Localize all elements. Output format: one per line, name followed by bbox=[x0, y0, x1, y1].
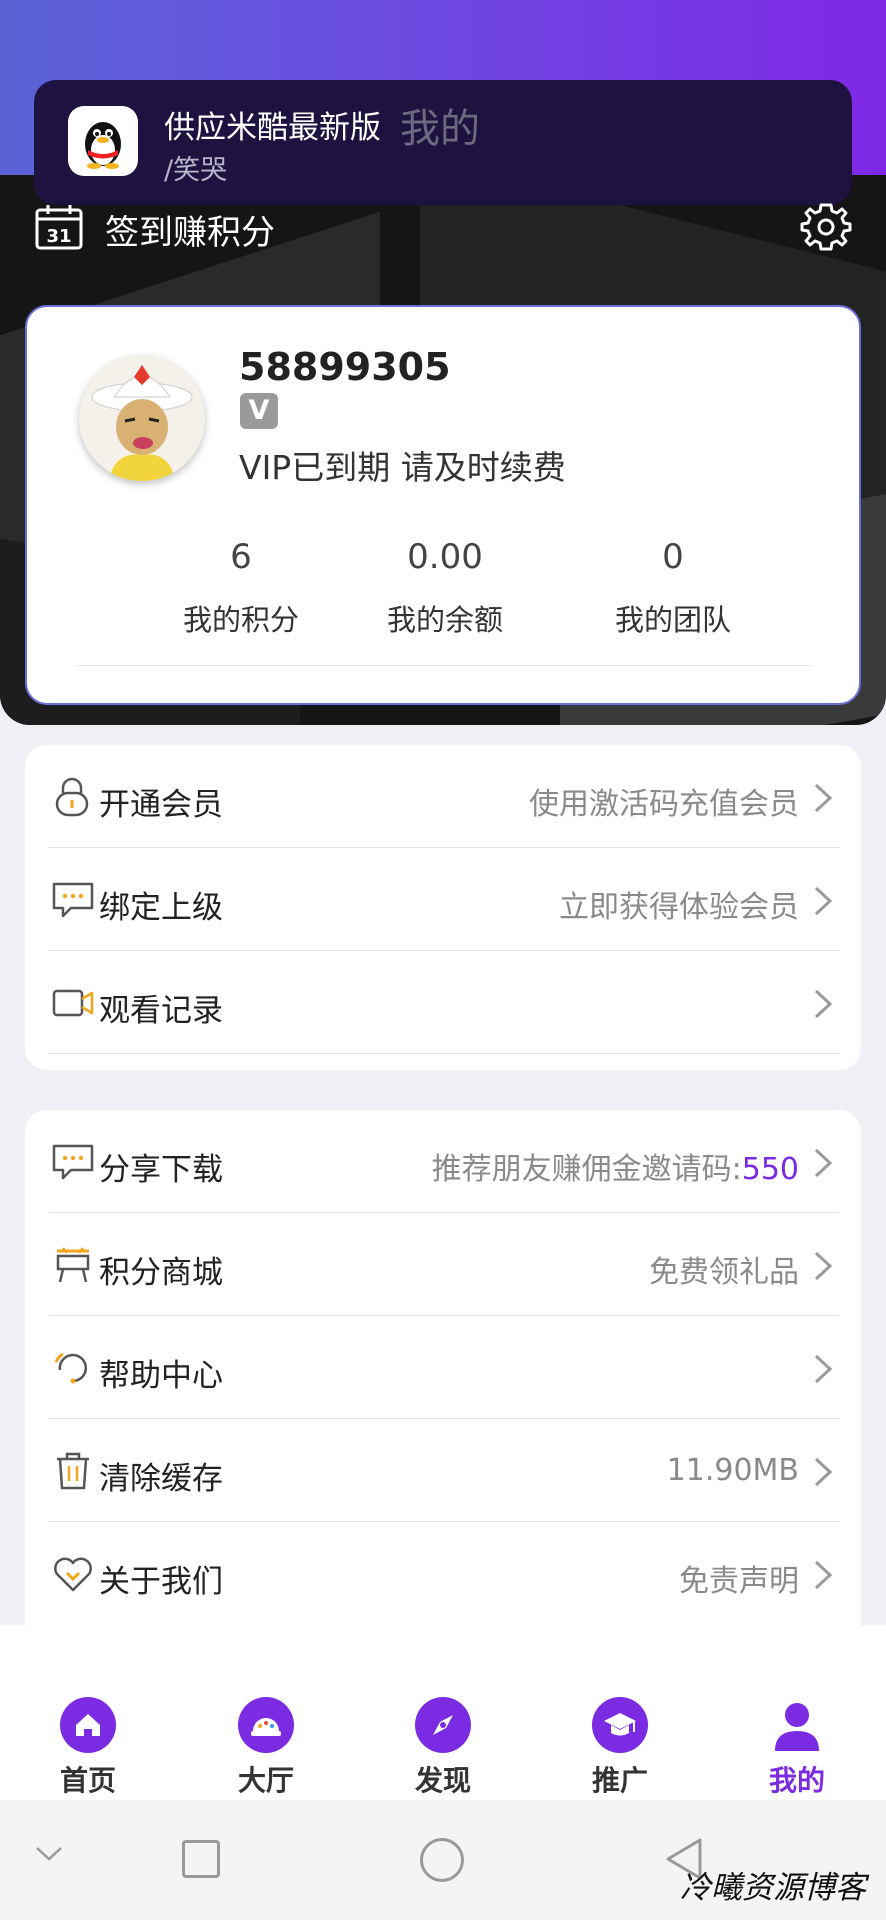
tab-label: 大厅 bbox=[237, 1764, 294, 1797]
stat-value: 0.00 bbox=[407, 537, 483, 577]
invite-code: 550 bbox=[741, 1152, 799, 1187]
stat-balance[interactable]: 0.00 我的余额 bbox=[331, 537, 559, 639]
chevron-right-icon bbox=[811, 1455, 835, 1489]
divider bbox=[49, 1053, 839, 1054]
menu-item-label: 帮助中心 bbox=[99, 1358, 223, 1394]
home-button[interactable] bbox=[420, 1838, 464, 1882]
compass-icon bbox=[415, 1697, 471, 1753]
tab-promote[interactable]: 推广 bbox=[560, 1697, 680, 1799]
vip-status-text: VIP已到期 请及时续费 bbox=[239, 448, 566, 487]
checkin-bar: 31 签到赚积分 bbox=[0, 175, 886, 280]
menu-item-detail: 免责声明 bbox=[679, 1564, 799, 1599]
video-icon bbox=[51, 983, 95, 1023]
trash-icon bbox=[51, 1451, 95, 1491]
menu-item-label: 开通会员 bbox=[99, 787, 223, 823]
menu-item-bind-referrer[interactable]: 绑定上级 立即获得体验会员 bbox=[49, 848, 839, 951]
tab-label: 推广 bbox=[591, 1764, 648, 1797]
calendar-icon[interactable]: 31 bbox=[34, 203, 84, 251]
tab-label: 我的 bbox=[768, 1764, 825, 1797]
chevron-right-icon bbox=[811, 1249, 835, 1283]
system-navigation-bar: 冷曦资源博客 bbox=[0, 1800, 886, 1920]
page-title: 我的 bbox=[400, 106, 480, 152]
referral-text: 推荐朋友赚佣金邀请码: bbox=[431, 1152, 742, 1187]
menu-item-detail: 免费领礼品 bbox=[649, 1255, 799, 1290]
tab-label: 发现 bbox=[414, 1764, 471, 1797]
chevron-right-icon bbox=[811, 987, 835, 1021]
user-icon bbox=[769, 1697, 825, 1753]
shop-icon bbox=[51, 1245, 95, 1285]
menu-card-services: 分享下载 推荐朋友赚佣金邀请码:550 积分商城 免费领礼品 帮助中心 清除缓存… bbox=[25, 1110, 861, 1630]
menu-item-label: 清除缓存 bbox=[99, 1461, 223, 1497]
settings-gear-icon[interactable] bbox=[800, 201, 852, 253]
menu-card-membership: 开通会员 使用激活码充值会员 绑定上级 立即获得体验会员 观看记录 bbox=[25, 745, 861, 1070]
menu-item-clear-cache[interactable]: 清除缓存 11.90MB bbox=[49, 1419, 839, 1522]
stat-label: 我的积分 bbox=[182, 603, 299, 637]
stat-points[interactable]: 6 我的积分 bbox=[127, 537, 355, 639]
lock-icon bbox=[51, 777, 95, 817]
bottom-tab-bar: 首页 大厅 发现 推广 我的 bbox=[0, 1625, 886, 1800]
message-icon bbox=[51, 880, 95, 920]
stat-label: 我的团队 bbox=[614, 603, 731, 637]
tab-home[interactable]: 首页 bbox=[28, 1697, 148, 1799]
notification-app-name: 供应米酷最新版 bbox=[164, 110, 381, 146]
watermark-text: 冷曦资源博客 bbox=[680, 1870, 866, 1906]
menu-item-detail: 推荐朋友赚佣金邀请码:550 bbox=[432, 1144, 799, 1188]
help-icon bbox=[51, 1348, 95, 1388]
recent-apps-button[interactable] bbox=[182, 1840, 220, 1878]
menu-item-points-mall[interactable]: 积分商城 免费领礼品 bbox=[49, 1213, 839, 1316]
menu-item-share-download[interactable]: 分享下载 推荐朋友赚佣金邀请码:550 bbox=[49, 1110, 839, 1213]
qq-penguin-icon bbox=[68, 106, 138, 176]
menu-item-label: 绑定上级 bbox=[99, 890, 223, 926]
message-icon bbox=[51, 1142, 95, 1182]
graduation-cap-icon bbox=[592, 1697, 648, 1753]
avatar[interactable] bbox=[79, 355, 205, 481]
chevron-right-icon bbox=[811, 781, 835, 815]
tab-mine[interactable]: 我的 bbox=[737, 1697, 857, 1799]
chevron-right-icon bbox=[811, 1146, 835, 1180]
menu-item-help-center[interactable]: 帮助中心 bbox=[49, 1316, 839, 1419]
hall-icon bbox=[238, 1697, 294, 1753]
svg-text:31: 31 bbox=[46, 226, 71, 247]
menu-item-label: 观看记录 bbox=[99, 993, 223, 1029]
menu-item-detail: 使用激活码充值会员 bbox=[529, 787, 799, 822]
home-icon bbox=[60, 1697, 116, 1753]
menu-item-label: 积分商城 bbox=[99, 1255, 223, 1291]
menu-item-about-us[interactable]: 关于我们 免责声明 bbox=[49, 1522, 839, 1625]
tab-label: 首页 bbox=[59, 1764, 116, 1797]
menu-item-watch-history[interactable]: 观看记录 bbox=[49, 951, 839, 1054]
heart-icon bbox=[51, 1554, 95, 1594]
tab-hall[interactable]: 大厅 bbox=[206, 1697, 326, 1799]
stat-label: 我的余额 bbox=[386, 603, 503, 637]
stat-value: 6 bbox=[230, 537, 252, 577]
divider bbox=[77, 665, 811, 666]
chevron-down-icon[interactable] bbox=[34, 1844, 64, 1864]
cache-size: 11.90MB bbox=[666, 1453, 799, 1488]
chevron-right-icon bbox=[811, 884, 835, 918]
menu-item-detail: 立即获得体验会员 bbox=[559, 890, 799, 925]
chevron-right-icon bbox=[811, 1558, 835, 1592]
user-id: 58899305 bbox=[239, 345, 451, 389]
tab-discover[interactable]: 发现 bbox=[383, 1697, 503, 1799]
chevron-right-icon bbox=[811, 1352, 835, 1386]
stat-team[interactable]: 0 我的团队 bbox=[559, 537, 787, 639]
checkin-label[interactable]: 签到赚积分 bbox=[105, 205, 275, 254]
vip-badge-icon: V bbox=[240, 393, 278, 429]
menu-item-label: 分享下载 bbox=[99, 1152, 223, 1188]
stat-value: 0 bbox=[662, 537, 684, 577]
menu-item-open-membership[interactable]: 开通会员 使用激活码充值会员 bbox=[49, 745, 839, 848]
profile-card: 58899305 V VIP已到期 请及时续费 6 我的积分 0.00 我的余额… bbox=[25, 305, 861, 705]
menu-item-label: 关于我们 bbox=[99, 1564, 223, 1600]
